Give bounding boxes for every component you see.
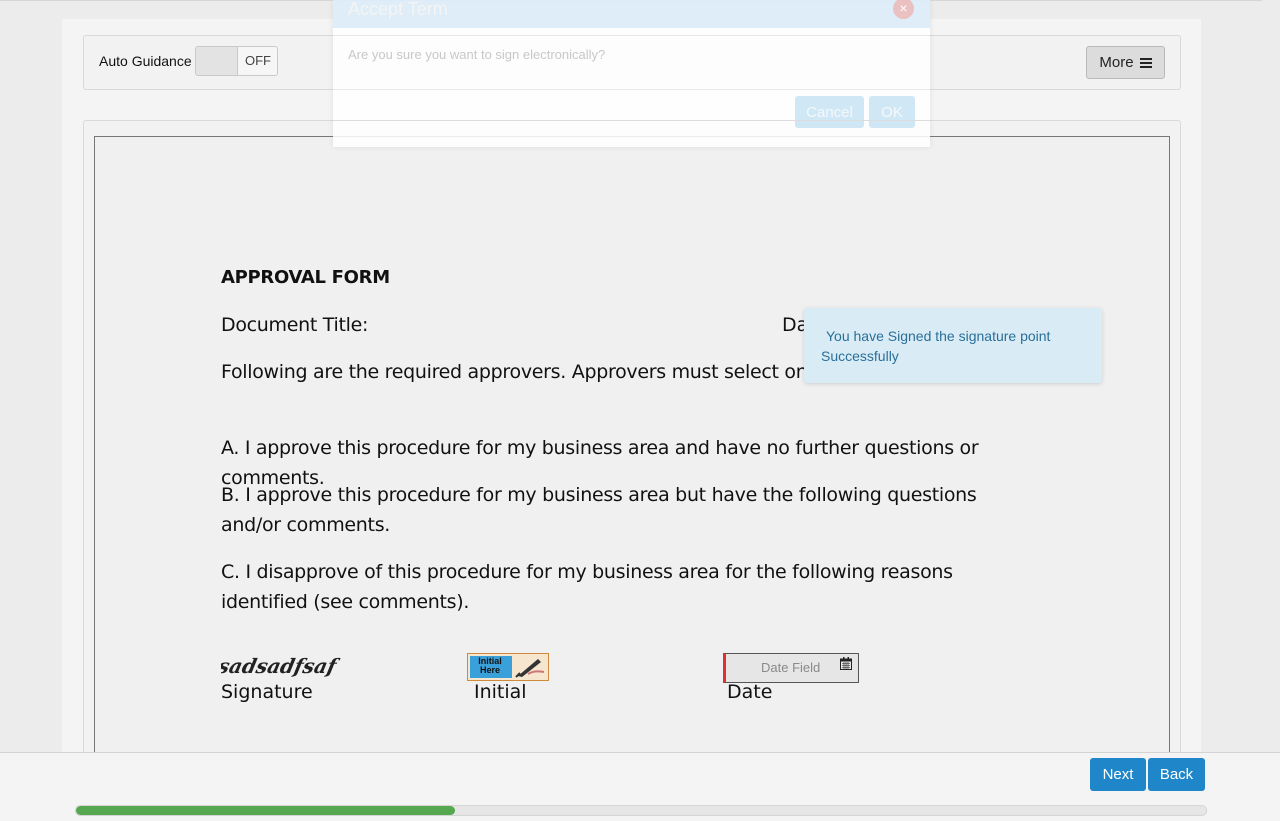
date-field-placeholder: Date Field [761,660,821,675]
initial-here-button[interactable]: Initial Here [467,653,549,681]
auto-guidance-toggle[interactable]: OFF [195,46,278,76]
toggle-knob[interactable] [196,47,238,75]
next-button[interactable]: Next [1090,758,1146,791]
accept-term-modal: Accept Term × Are you sure you want to s… [333,0,930,147]
footer-bar: Next Back [0,752,1280,821]
signature-caption: Signature [221,681,313,703]
modal-body-text: Are you sure you want to sign electronic… [348,47,606,62]
auto-guidance-label: Auto Guidance [99,53,192,69]
progress-bar [75,805,1207,816]
success-toast[interactable]: You have Signed the signature point Succ… [804,308,1102,383]
date-caption: Date [727,681,773,703]
cancel-button[interactable]: Cancel [795,96,864,128]
modal-divider [333,35,930,36]
back-button[interactable]: Back [1148,758,1205,791]
toggle-state-label: OFF [245,53,271,68]
initial-caption: Initial [474,681,527,703]
more-button[interactable]: More [1086,46,1165,79]
option-c-text: C. I disapprove of this procedure for my… [221,561,953,613]
toast-message: You have Signed the signature point Succ… [821,328,1051,364]
more-button-label: More [1099,54,1134,71]
document-title-label: Document Title: [221,314,369,336]
date-field-input[interactable]: Date Field [723,653,859,683]
svg-text:sadsadfsaf: sadsadfsaf [221,654,342,678]
modal-title: Accept Term [348,0,448,19]
initial-here-text: Initial Here [478,656,502,675]
modal-divider [333,89,930,90]
hamburger-icon [1139,57,1152,68]
calendar-icon[interactable] [840,657,852,670]
pen-icon [515,659,545,678]
document-heading: APPROVAL FORM [221,267,390,288]
option-b-text: B. I approve this procedure for my busin… [221,484,977,536]
ok-button[interactable]: OK [869,96,915,128]
modal-divider [333,120,930,121]
signature-image[interactable]: sadsadfsaf sadsadfsaf [221,653,351,681]
progress-fill [76,806,455,815]
